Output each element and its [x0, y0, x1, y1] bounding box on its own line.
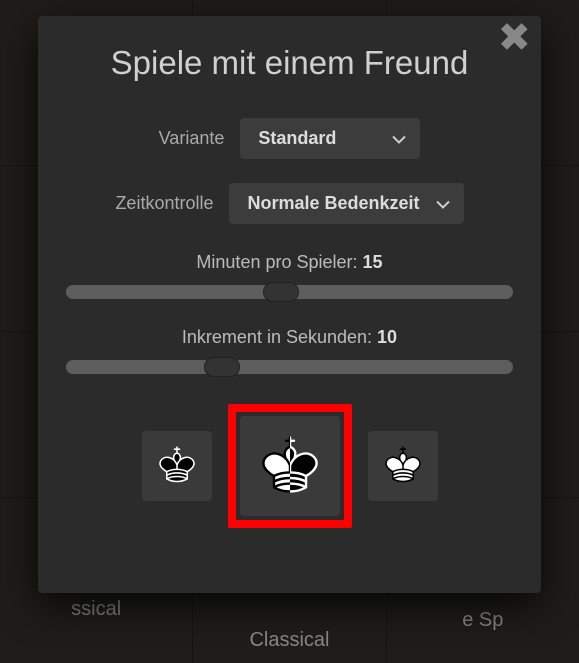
king-black-icon: [154, 441, 200, 492]
king-random-icon: [254, 428, 326, 505]
variant-value: Standard: [258, 128, 336, 149]
increment-section: Inkrement in Sekunden: 10: [66, 327, 513, 398]
color-choice-row: [142, 404, 438, 528]
minutes-slider-thumb[interactable]: [263, 282, 299, 302]
increment-label: Inkrement in Sekunden: 10: [66, 327, 513, 348]
color-random-button[interactable]: [240, 416, 340, 516]
variant-select[interactable]: Standard: [240, 118, 420, 159]
timecontrol-select[interactable]: Normale Bedenkzeit: [229, 183, 463, 224]
minutes-slider[interactable]: [66, 285, 513, 299]
chevron-down-icon: [436, 193, 450, 214]
chevron-down-icon: [392, 128, 406, 149]
increment-slider-thumb[interactable]: [204, 357, 240, 377]
timecontrol-value: Normale Bedenkzeit: [247, 193, 419, 214]
modal-title: Spiele mit einem Freund: [111, 44, 469, 82]
close-button[interactable]: ✖: [497, 18, 531, 58]
minutes-section: Minuten pro Spieler: 15: [66, 252, 513, 323]
color-white-button[interactable]: [368, 431, 438, 501]
timecontrol-label: Zeitkontrolle: [115, 193, 213, 214]
increment-slider[interactable]: [66, 360, 513, 374]
highlight-selected-color: [228, 404, 352, 528]
king-white-icon: [380, 441, 426, 492]
variant-label: Variante: [159, 128, 225, 149]
color-black-button[interactable]: [142, 431, 212, 501]
timecontrol-row: Zeitkontrolle Normale Bedenkzeit: [115, 183, 463, 224]
variant-row: Variante Standard: [159, 118, 421, 159]
minutes-label: Minuten pro Spieler: 15: [66, 252, 513, 273]
play-friend-modal: ✖ Spiele mit einem Freund Variante Stand…: [38, 16, 541, 593]
